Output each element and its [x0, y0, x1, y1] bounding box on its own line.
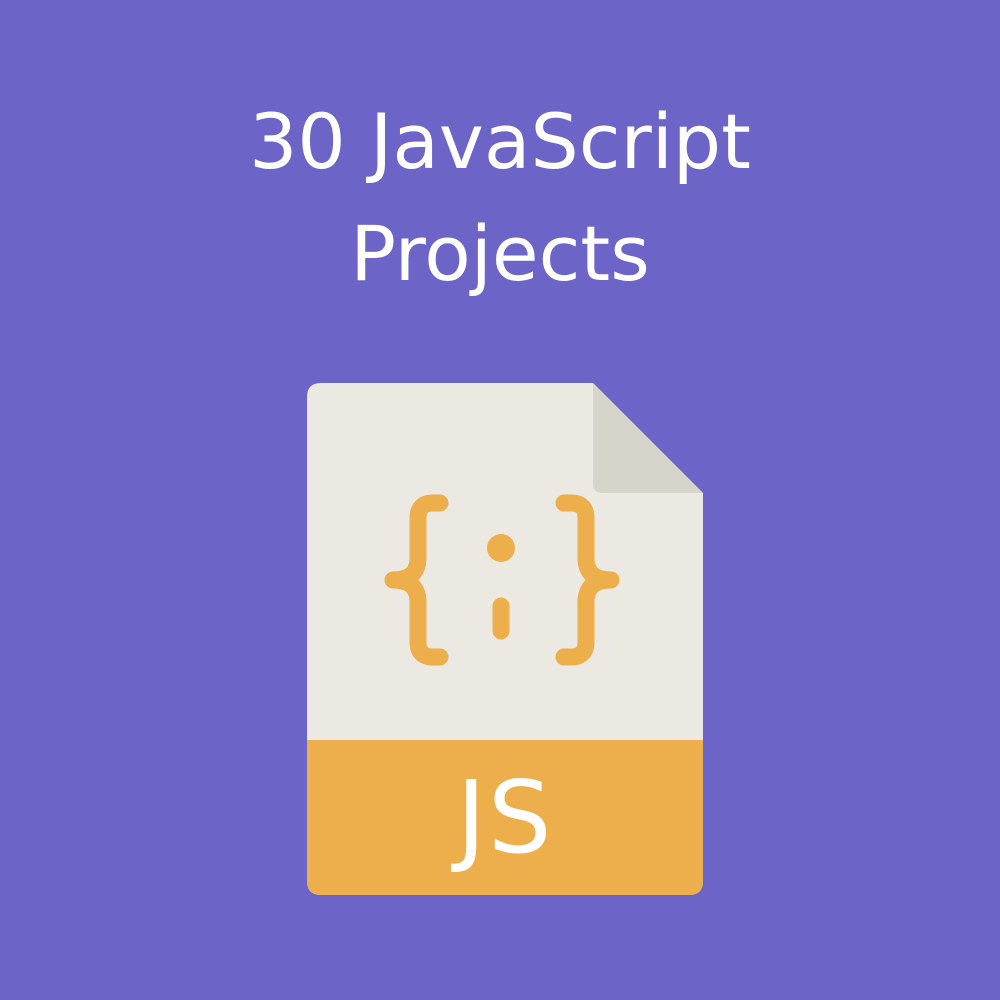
- page-title: 30 JavaScript Projects: [0, 86, 1000, 310]
- title-line-2: Projects: [350, 209, 650, 298]
- semicolon-dot-icon: [487, 534, 515, 562]
- file-label-text: JS: [456, 758, 554, 876]
- file-fold-corner: [593, 383, 703, 493]
- title-line-1: 30 JavaScript: [249, 97, 751, 186]
